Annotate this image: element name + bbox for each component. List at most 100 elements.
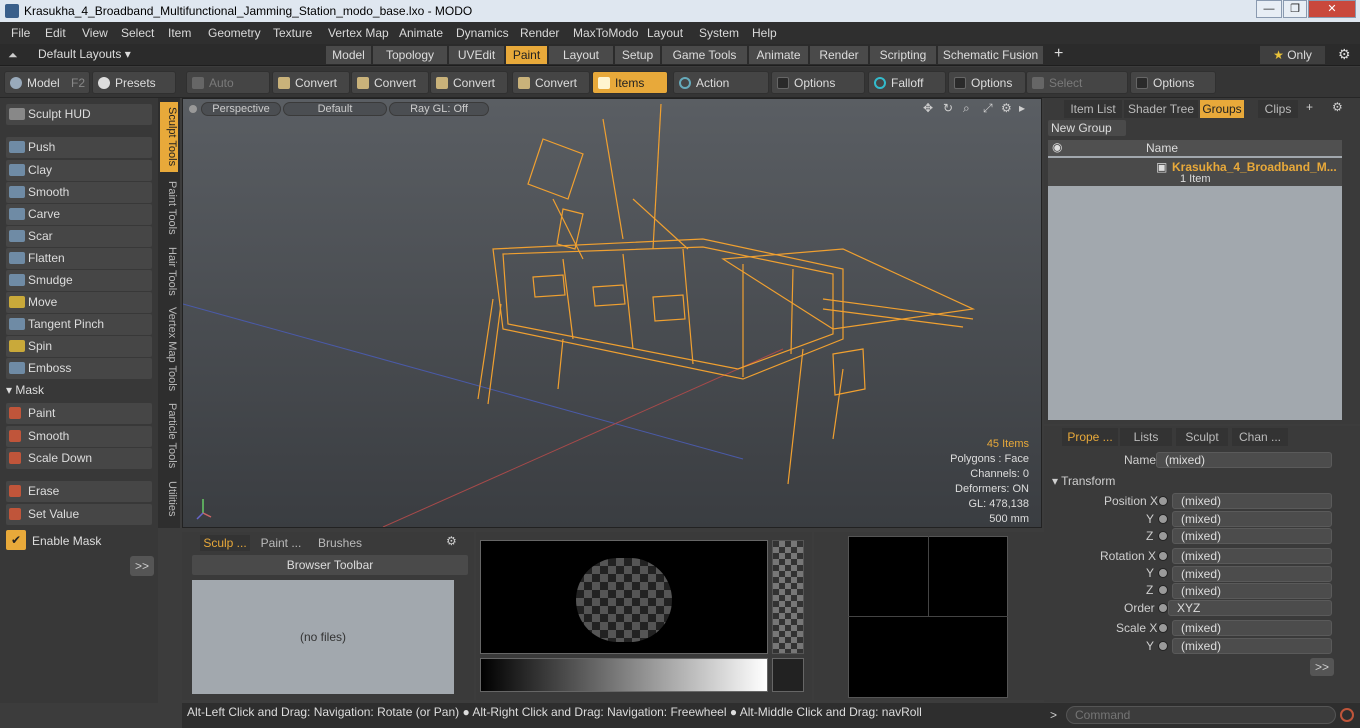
convert-edges-button[interactable]: Convert — [351, 71, 429, 94]
browser-tab-sculpt[interactable]: Sculp ... — [200, 535, 250, 551]
tool-move[interactable]: Move — [6, 292, 152, 313]
tab-clips[interactable]: Clips — [1258, 100, 1298, 118]
mask-section-header[interactable]: ▾ Mask — [6, 383, 44, 397]
grayscale-ramp[interactable] — [480, 658, 768, 692]
menu-help[interactable]: Help — [752, 26, 777, 40]
action-options-button[interactable]: Options — [771, 71, 865, 94]
tab-sculpt[interactable]: Sculpt — [1176, 428, 1228, 446]
3d-viewport[interactable]: Perspective Default Ray GL: Off ✥ ↻ ⌕ ⤢ … — [182, 98, 1042, 528]
tab-render[interactable]: Render — [810, 46, 869, 64]
browser-gear-icon[interactable]: ⚙ — [446, 534, 457, 548]
vtab-utilities[interactable]: Utilities — [160, 476, 178, 522]
menu-select[interactable]: Select — [121, 26, 154, 40]
menu-edit[interactable]: Edit — [45, 26, 66, 40]
record-icon[interactable] — [1340, 708, 1354, 722]
menu-geometry[interactable]: Geometry — [208, 26, 261, 40]
tab-lists[interactable]: Lists — [1120, 428, 1172, 446]
add-tab-icon[interactable]: + — [1054, 45, 1063, 63]
tab-setup[interactable]: Setup — [615, 46, 661, 64]
group-row[interactable]: ▣ Krasukha_4_Broadband_M... 1 Item — [1048, 158, 1342, 186]
menu-animate[interactable]: Animate — [399, 26, 443, 40]
rotation-x-field[interactable]: (mixed) — [1172, 548, 1332, 564]
vtab-particle-tools[interactable]: Particle Tools — [160, 400, 178, 472]
select-through-button[interactable]: Select Through — [1026, 71, 1128, 113]
command-input[interactable] — [1066, 706, 1336, 724]
falloff-button[interactable]: Falloff — [868, 71, 946, 94]
mask-smooth[interactable]: Smooth — [6, 426, 152, 447]
only-toggle[interactable]: ★ Only — [1260, 46, 1326, 64]
tab-shader-tree[interactable]: Shader Tree — [1124, 100, 1198, 118]
browser-tab-brushes[interactable]: Brushes — [314, 535, 366, 551]
rotation-y-field[interactable]: (mixed) — [1172, 566, 1332, 582]
vtab-paint-tools[interactable]: Paint Tools — [160, 176, 178, 240]
menu-vertex-map[interactable]: Vertex Map — [328, 26, 389, 40]
panel-gear-icon[interactable]: ⚙ — [1332, 100, 1343, 114]
tool-push[interactable]: Push — [6, 137, 152, 158]
anim-dot[interactable] — [1158, 568, 1168, 578]
layouts-dropdown[interactable]: Default Layouts ▾ — [38, 47, 131, 61]
menu-item[interactable]: Item — [168, 26, 191, 40]
tool-clay[interactable]: Clay — [6, 160, 152, 181]
enable-mask-checkbox[interactable]: ✔ — [6, 530, 26, 550]
presets-button[interactable]: Presets F6 — [92, 71, 176, 113]
model-mode-button[interactable]: Model F2 — [4, 71, 90, 94]
position-y-field[interactable]: (mixed) — [1172, 511, 1332, 527]
mask-paint[interactable]: Paint — [6, 403, 152, 424]
tab-schematic-fusion[interactable]: Schematic Fusion — [938, 46, 1044, 64]
anim-dot[interactable] — [1158, 585, 1168, 595]
order-dropdown[interactable]: XYZ — [1168, 600, 1332, 616]
scale-y-field[interactable]: (mixed) — [1172, 638, 1332, 654]
tab-uvedit[interactable]: UVEdit — [449, 46, 505, 64]
anim-dot[interactable] — [1158, 531, 1168, 541]
select-options-button[interactable]: Options — [1130, 71, 1216, 94]
anim-dot[interactable] — [1158, 496, 1168, 506]
mask-scale-down[interactable]: Scale Down — [6, 448, 152, 469]
tab-channels[interactable]: Chan ... — [1232, 428, 1288, 446]
tool-scar[interactable]: Scar — [6, 226, 152, 247]
tab-model[interactable]: Model — [326, 46, 372, 64]
name-column-header[interactable]: Name — [1146, 141, 1178, 155]
props-more-button[interactable]: >> — [1310, 658, 1334, 676]
menu-layout[interactable]: Layout — [647, 26, 683, 40]
vtab-hair-tools[interactable]: Hair Tools — [160, 244, 178, 298]
items-mode-button[interactable]: Items — [592, 71, 668, 94]
set-value-button[interactable]: Set Value — [6, 504, 152, 525]
action-center-button[interactable]: Action Center — [673, 71, 769, 113]
rotation-z-field[interactable]: (mixed) — [1172, 583, 1332, 599]
current-color-swatch[interactable] — [772, 658, 804, 692]
vtab-vertex-map-tools[interactable]: Vertex Map Tools — [160, 302, 178, 396]
menu-render[interactable]: Render — [520, 26, 559, 40]
anim-dot[interactable] — [1158, 641, 1168, 651]
tool-carve[interactable]: Carve — [6, 204, 152, 225]
anim-dot[interactable] — [1158, 623, 1168, 633]
tab-groups[interactable]: Groups — [1200, 100, 1244, 118]
browser-toolbar-button[interactable]: Browser Toolbar — [192, 555, 468, 575]
tool-emboss[interactable]: Emboss — [6, 358, 152, 379]
tab-scripting[interactable]: Scripting — [870, 46, 937, 64]
tool-smudge[interactable]: Smudge — [6, 270, 152, 291]
add-panel-icon[interactable]: + — [1306, 100, 1313, 114]
more-button[interactable]: >> — [130, 556, 154, 576]
tab-animate[interactable]: Animate — [749, 46, 809, 64]
minimize-button[interactable]: — — [1256, 0, 1282, 18]
transform-header[interactable]: ▾ Transform — [1052, 474, 1115, 488]
anim-dot[interactable] — [1158, 514, 1168, 524]
position-z-field[interactable]: (mixed) — [1172, 528, 1332, 544]
file-list[interactable]: (no files) — [192, 580, 454, 694]
position-x-field[interactable]: (mixed) — [1172, 493, 1332, 509]
menu-system[interactable]: System — [699, 26, 739, 40]
name-field[interactable]: (mixed) — [1156, 452, 1332, 468]
tool-tangent-pinch[interactable]: Tangent Pinch — [6, 314, 152, 335]
menu-view[interactable]: View — [82, 26, 108, 40]
menu-texture[interactable]: Texture — [273, 26, 312, 40]
gear-icon[interactable]: ⚙ — [1338, 46, 1351, 63]
sculpt-hud-button[interactable]: Sculpt HUD — [6, 104, 152, 125]
vtab-sculpt-tools[interactable]: Sculpt Tools — [160, 102, 178, 172]
auto-select-button[interactable]: Auto Select — [186, 71, 270, 113]
maximize-button[interactable]: ❐ — [1283, 0, 1307, 18]
tab-paint[interactable]: Paint — [506, 46, 548, 64]
tab-game-tools[interactable]: Game Tools — [662, 46, 748, 64]
close-button[interactable]: ✕ — [1308, 0, 1356, 18]
menu-dynamics[interactable]: Dynamics — [456, 26, 509, 40]
new-group-button[interactable]: New Group — [1048, 120, 1126, 136]
